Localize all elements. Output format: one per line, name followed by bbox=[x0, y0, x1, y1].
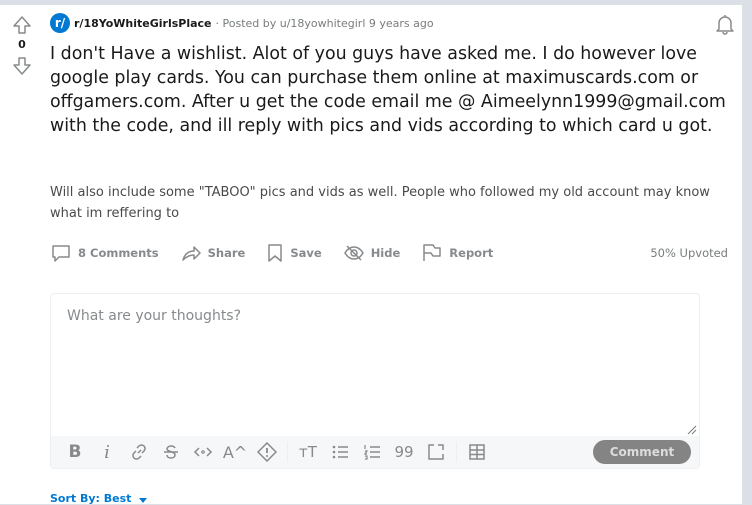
italic-icon[interactable]: i bbox=[91, 438, 123, 466]
post-actions: 8 Comments Share Save Hide Report 50% Up… bbox=[50, 237, 728, 269]
inline-code-icon[interactable] bbox=[187, 438, 219, 466]
table-icon[interactable] bbox=[461, 438, 493, 466]
hide-button[interactable]: Hide bbox=[343, 243, 401, 263]
caret-down-icon bbox=[139, 497, 148, 503]
subreddit-link[interactable]: r/18YoWhiteGirlsPlace bbox=[74, 17, 212, 30]
sort-label: Sort By: Best bbox=[50, 492, 132, 505]
bulleted-list-icon[interactable] bbox=[324, 438, 356, 466]
report-label: Report bbox=[449, 246, 494, 260]
link-icon[interactable] bbox=[123, 438, 155, 466]
post-meta: · Posted by u/18yowhitegirl 9 years ago bbox=[215, 16, 434, 30]
post-title: I don't Have a wishlist. Alot of you guy… bbox=[50, 44, 726, 136]
vote-column: 0 bbox=[10, 15, 34, 76]
spoiler-icon[interactable] bbox=[251, 438, 283, 466]
sort-dropdown[interactable]: Sort By: Best bbox=[50, 492, 151, 505]
numbered-list-icon[interactable] bbox=[356, 438, 388, 466]
heading-icon[interactable]: тT bbox=[292, 438, 324, 466]
code-block-icon[interactable] bbox=[420, 438, 452, 466]
share-icon bbox=[181, 246, 201, 261]
hide-icon bbox=[343, 245, 364, 261]
hide-label: Hide bbox=[370, 246, 401, 260]
bold-icon[interactable]: B bbox=[59, 438, 91, 466]
subreddit-icon[interactable]: r/ bbox=[50, 13, 70, 33]
quote-block-icon[interactable]: 99 bbox=[388, 438, 420, 466]
report-button[interactable]: Report bbox=[421, 243, 493, 263]
flag-icon bbox=[423, 244, 442, 261]
comment-icon bbox=[52, 245, 70, 262]
formatting-toolbar: B i A^ тT 99 Comment bbox=[51, 436, 699, 468]
post-body: Will also include some "TABOO" pics and … bbox=[50, 185, 710, 221]
save-label: Save bbox=[290, 246, 322, 260]
strikethrough-icon[interactable] bbox=[155, 438, 187, 466]
bookmark-icon bbox=[268, 244, 283, 262]
upvoted-percent: 50% Upvoted bbox=[650, 246, 728, 260]
post-header: r/ r/18YoWhiteGirlsPlace · Posted by u/1… bbox=[50, 13, 434, 33]
share-button[interactable]: Share bbox=[180, 243, 246, 263]
save-button[interactable]: Save bbox=[266, 243, 322, 263]
toolbar-divider bbox=[456, 442, 457, 462]
comment-input[interactable]: What are your thoughts? bbox=[51, 294, 699, 432]
downvote-icon[interactable] bbox=[10, 56, 34, 76]
toolbar-divider bbox=[287, 442, 288, 462]
bell-icon[interactable] bbox=[714, 13, 736, 39]
post-card: 0 r/ r/18YoWhiteGirlsPlace · Posted by u… bbox=[0, 5, 742, 505]
superscript-icon[interactable]: A^ bbox=[219, 438, 251, 466]
share-label: Share bbox=[207, 246, 246, 260]
vote-count: 0 bbox=[18, 38, 26, 51]
comment-box: What are your thoughts? B i A^ тT 99 Com… bbox=[50, 293, 700, 469]
upvote-icon[interactable] bbox=[10, 15, 34, 35]
comments-label: 8 Comments bbox=[78, 246, 159, 260]
comments-button[interactable]: 8 Comments bbox=[50, 243, 159, 263]
comment-submit-button[interactable]: Comment bbox=[593, 440, 691, 464]
